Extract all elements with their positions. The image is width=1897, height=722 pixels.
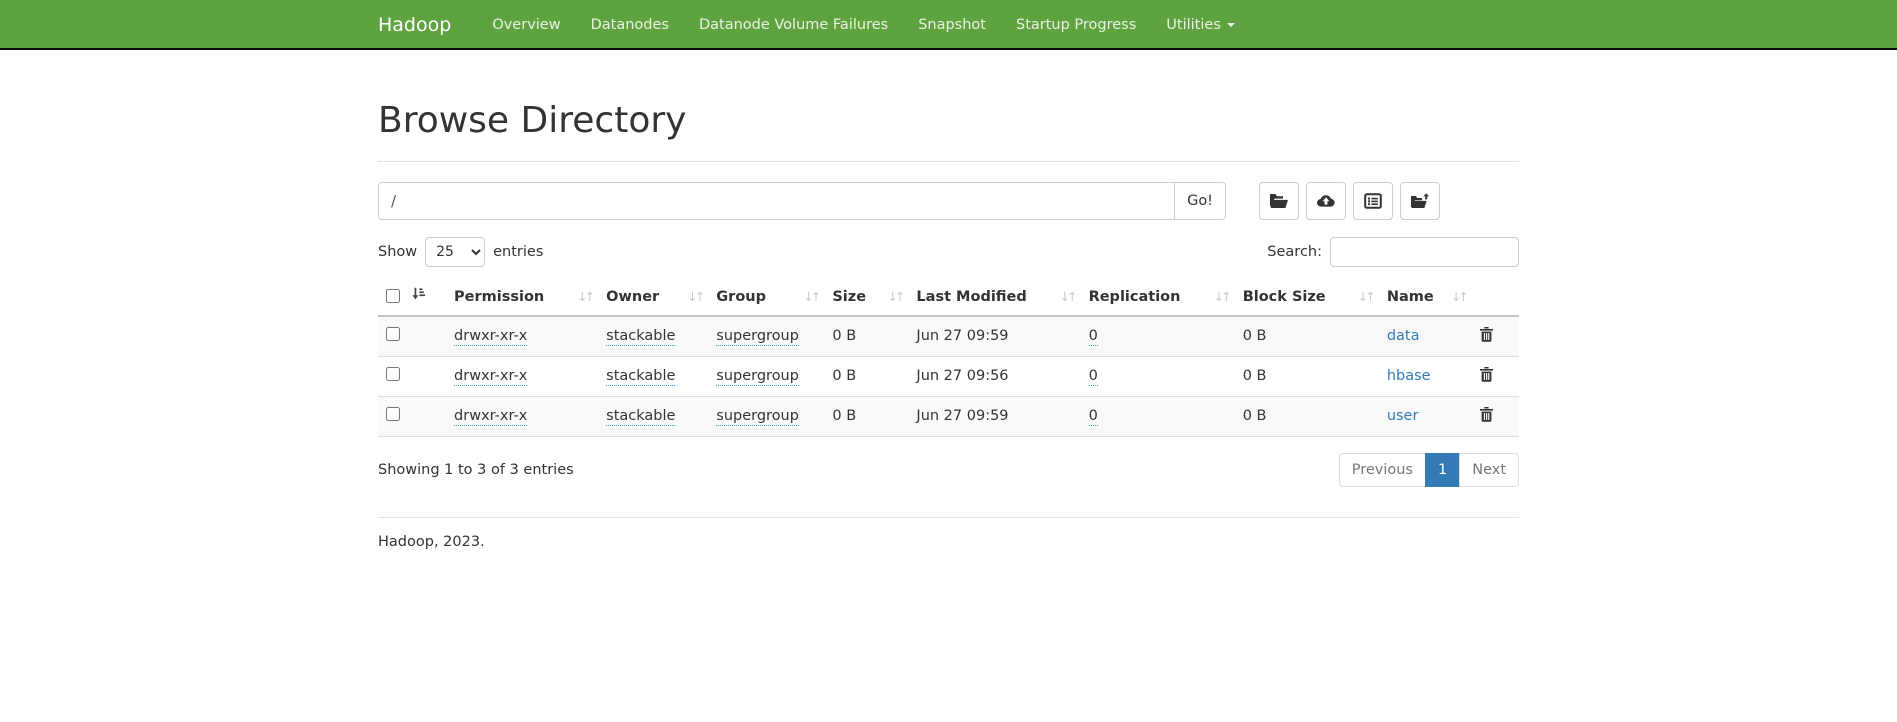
row-checkbox[interactable] (386, 327, 400, 341)
table-info: Showing 1 to 3 of 3 entries (378, 462, 574, 478)
block-size-cell: 0 B (1243, 408, 1267, 424)
permission-cell[interactable]: drwxr-xr-x (454, 408, 527, 426)
permission-cell[interactable]: drwxr-xr-x (454, 368, 527, 386)
directory-link[interactable]: hbase (1387, 368, 1431, 384)
header-name[interactable]: Name ↓↑ (1379, 279, 1472, 316)
cloud-upload-icon (1316, 193, 1336, 209)
upload-file-button[interactable] (1306, 182, 1346, 220)
size-cell: 0 B (832, 408, 856, 424)
sort-both-icon: ↓↑ (1358, 289, 1373, 304)
create-directory-button[interactable] (1259, 182, 1299, 220)
row-checkbox[interactable] (386, 367, 400, 381)
navbar: Hadoop Overview Datanodes Datanode Volum… (0, 0, 1897, 50)
header-block-size[interactable]: Block Size ↓↑ (1235, 279, 1379, 316)
trash-icon (1480, 330, 1493, 345)
header-replication[interactable]: Replication ↓↑ (1081, 279, 1235, 316)
last-modified-cell: Jun 27 09:59 (916, 408, 1008, 424)
pagination-page-1[interactable]: 1 (1425, 453, 1460, 488)
group-cell[interactable]: supergroup (716, 328, 799, 346)
path-bar: Go! (378, 182, 1519, 220)
delete-button[interactable] (1480, 367, 1493, 385)
sort-both-icon: ↓↑ (1451, 289, 1466, 304)
nav-item-snapshot[interactable]: Snapshot (903, 0, 1001, 50)
delete-button[interactable] (1480, 407, 1493, 425)
header-owner[interactable]: Owner ↓↑ (598, 279, 708, 316)
group-cell[interactable]: supergroup (716, 408, 799, 426)
replication-cell[interactable]: 0 (1089, 408, 1098, 426)
sort-both-icon: ↓↑ (1060, 289, 1075, 304)
size-cell: 0 B (832, 368, 856, 384)
delete-button[interactable] (1480, 327, 1493, 345)
replication-cell[interactable]: 0 (1089, 368, 1098, 386)
sort-both-icon: ↓↑ (577, 289, 592, 304)
sort-both-icon: ↓↑ (1214, 289, 1229, 304)
show-label: Show (378, 244, 417, 260)
sort-both-icon: ↓↑ (887, 289, 902, 304)
chevron-down-icon (1227, 23, 1235, 27)
header-last-modified[interactable]: Last Modified ↓↑ (908, 279, 1080, 316)
header-permission[interactable]: Permission ↓↑ (446, 279, 598, 316)
nav-item-startup-progress[interactable]: Startup Progress (1001, 0, 1151, 50)
sort-both-icon: ↓↑ (803, 289, 818, 304)
explorer-toolbar (1259, 182, 1440, 220)
footer-text: Hadoop, 2023. (378, 534, 1519, 550)
nav-item-utilities-dropdown[interactable]: Utilities (1151, 0, 1250, 50)
go-button[interactable]: Go! (1174, 182, 1226, 220)
table-search-input[interactable] (1330, 237, 1519, 267)
header-select-all[interactable] (378, 279, 446, 316)
permission-cell[interactable]: drwxr-xr-x (454, 328, 527, 346)
title-divider (378, 161, 1519, 162)
navbar-brand[interactable]: Hadoop (378, 14, 451, 36)
last-modified-cell: Jun 27 09:56 (916, 368, 1008, 384)
pagination: Previous 1 Next (1339, 453, 1519, 488)
nav-item-overview[interactable]: Overview (477, 0, 575, 50)
cut-paste-button[interactable] (1400, 182, 1440, 220)
directory-table: Permission ↓↑ Owner ↓↑ Group ↓↑ Size ↓↑ … (378, 279, 1519, 437)
nav-item-datanodes[interactable]: Datanodes (576, 0, 684, 50)
trash-icon (1480, 370, 1493, 385)
directory-link[interactable]: data (1387, 328, 1420, 344)
header-actions (1472, 279, 1519, 316)
nav-item-utilities-label: Utilities (1166, 0, 1221, 50)
footer-divider (378, 517, 1519, 518)
sort-asc-icon (412, 287, 425, 304)
pagination-next[interactable]: Next (1459, 453, 1519, 488)
last-modified-cell: Jun 27 09:59 (916, 328, 1008, 344)
header-size[interactable]: Size ↓↑ (824, 279, 908, 316)
page-length-control: Show 25 entries (378, 237, 543, 267)
folder-transfer-icon (1410, 193, 1430, 209)
table-row: drwxr-xr-x stackable supergroup 0 B Jun … (378, 396, 1519, 436)
page-title: Browse Directory (378, 100, 1519, 141)
table-search-control: Search: (1267, 237, 1519, 267)
folder-open-icon (1269, 193, 1289, 209)
owner-cell[interactable]: stackable (606, 328, 675, 346)
table-row: drwxr-xr-x stackable supergroup 0 B Jun … (378, 356, 1519, 396)
block-size-cell: 0 B (1243, 368, 1267, 384)
owner-cell[interactable]: stackable (606, 368, 675, 386)
search-label: Search: (1267, 244, 1322, 260)
group-cell[interactable]: supergroup (716, 368, 799, 386)
trash-icon (1480, 410, 1493, 425)
sort-both-icon: ↓↑ (687, 289, 702, 304)
header-group[interactable]: Group ↓↑ (708, 279, 824, 316)
pagination-previous[interactable]: Previous (1339, 453, 1426, 488)
page-length-select[interactable]: 25 (425, 237, 485, 267)
select-all-checkbox[interactable] (386, 289, 400, 303)
list-alt-icon (1364, 193, 1382, 209)
table-row: drwxr-xr-x stackable supergroup 0 B Jun … (378, 316, 1519, 357)
row-checkbox[interactable] (386, 407, 400, 421)
block-size-cell: 0 B (1243, 328, 1267, 344)
directory-link[interactable]: user (1387, 408, 1419, 424)
directory-path-input[interactable] (378, 182, 1175, 220)
nav-item-datanode-volume-failures[interactable]: Datanode Volume Failures (684, 0, 903, 50)
entries-label: entries (493, 244, 543, 260)
size-cell: 0 B (832, 328, 856, 344)
table-header-row: Permission ↓↑ Owner ↓↑ Group ↓↑ Size ↓↑ … (378, 279, 1519, 316)
owner-cell[interactable]: stackable (606, 408, 675, 426)
replication-cell[interactable]: 0 (1089, 328, 1098, 346)
set-quota-button[interactable] (1353, 182, 1393, 220)
